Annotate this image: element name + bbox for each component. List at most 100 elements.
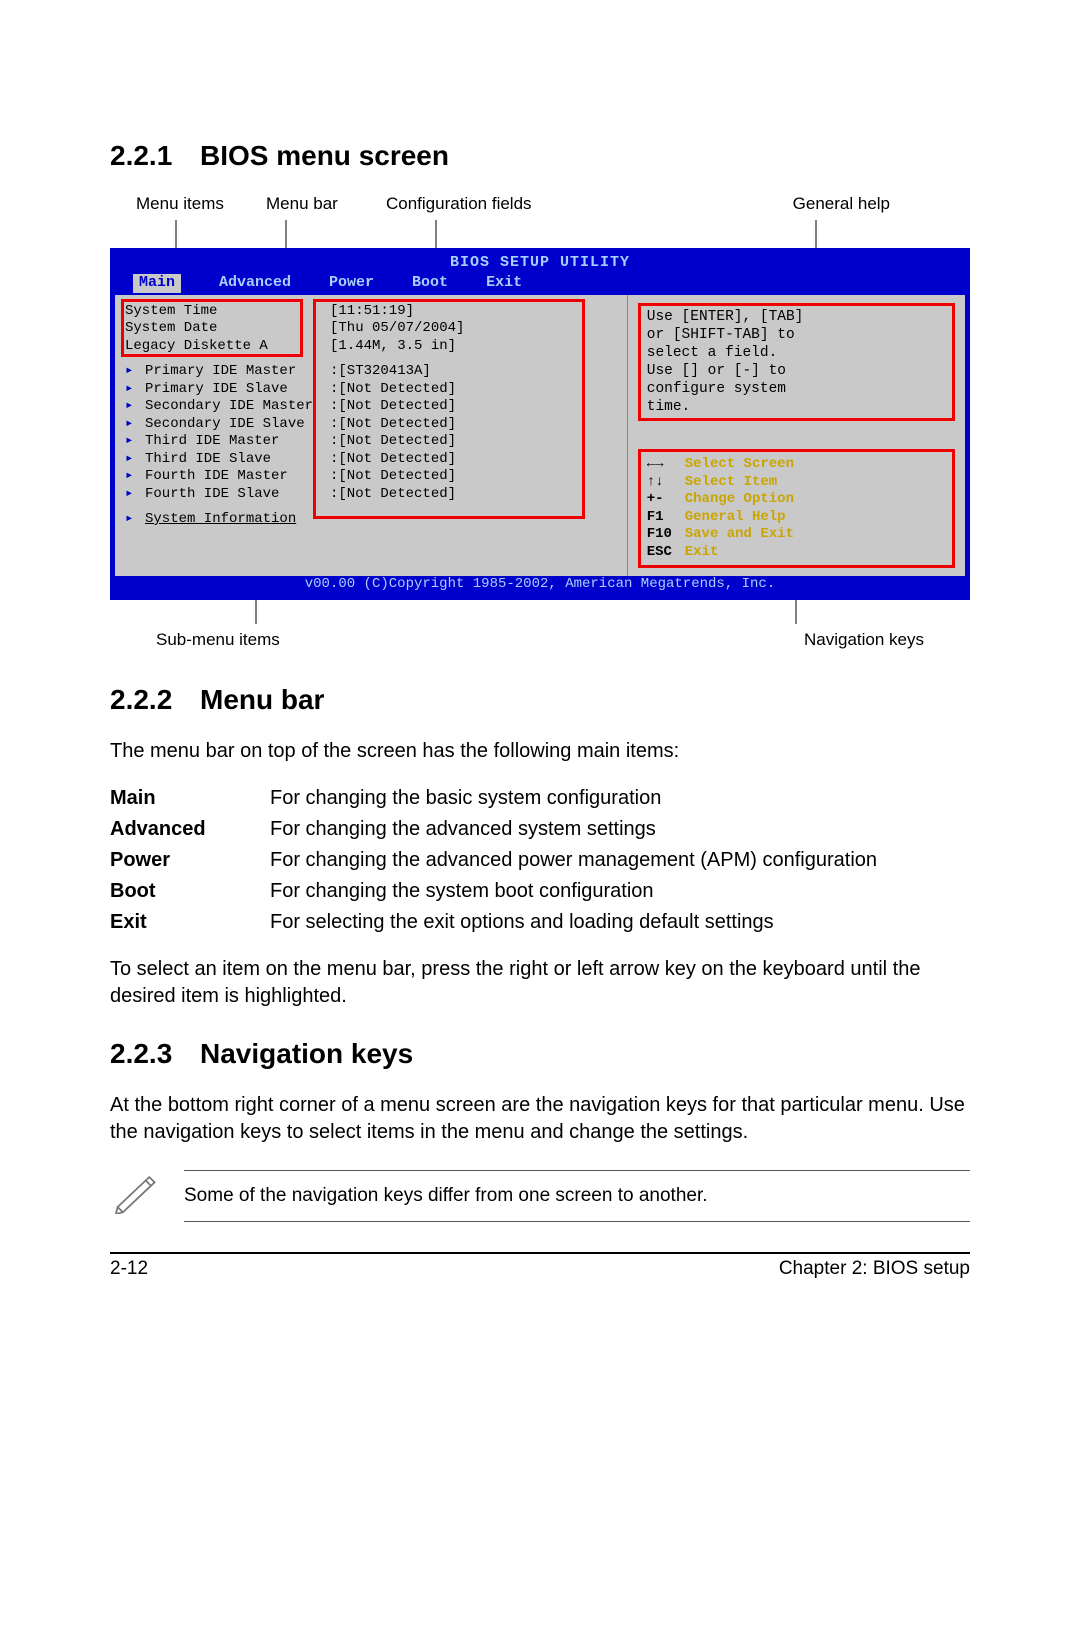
pencil-icon — [110, 1170, 164, 1219]
triangle-icon: ▸ — [125, 433, 145, 451]
menubar-item-row: AdvancedFor changing the advanced system… — [110, 814, 970, 845]
triangle-icon: ▸ — [125, 468, 145, 486]
nav-key-row: ↑↓Select Item — [647, 474, 946, 492]
nav-key-action: Select Screen — [685, 456, 794, 474]
menubar-item-name: Boot — [110, 876, 270, 907]
nav-key: +- — [647, 491, 685, 509]
chapter-label: Chapter 2: BIOS setup — [779, 1258, 970, 1280]
bios-tab-main[interactable]: Main — [133, 274, 181, 293]
bios-submenu-label: Fourth IDE Master — [145, 468, 330, 486]
bios-screenshot: BIOS SETUP UTILITY Main Advanced Power B… — [110, 248, 970, 600]
leader-lines-bottom — [136, 600, 996, 624]
bios-submenu-label: Secondary IDE Slave — [145, 416, 330, 434]
label-general-help: General help — [636, 194, 970, 214]
bios-submenu-label: Fourth IDE Slave — [145, 486, 330, 504]
bios-menubar[interactable]: Main Advanced Power Boot Exit — [115, 274, 965, 295]
bios-submenu-label: Third IDE Slave — [145, 451, 330, 469]
nav-key-row: ESCExit — [647, 544, 946, 562]
section-number: 2.2.2 — [110, 684, 200, 716]
navkeys-para: At the bottom right corner of a menu scr… — [110, 1092, 970, 1146]
menubar-item-row: MainFor changing the basic system config… — [110, 783, 970, 814]
bios-left-pane: System Time[11:51:19] System Date[Thu 05… — [115, 295, 627, 577]
nav-key: F1 — [647, 509, 685, 527]
menubar-item-desc: For changing the basic system configurat… — [270, 783, 970, 814]
section-number: 2.2.1 — [110, 140, 200, 172]
bios-tab-advanced[interactable]: Advanced — [219, 274, 291, 293]
help-line: configure system — [647, 380, 946, 398]
bios-submenu-label: Primary IDE Master — [145, 363, 330, 381]
menubar-outro: To select an item on the menu bar, press… — [110, 956, 970, 1010]
help-line: or [SHIFT-TAB] to — [647, 326, 946, 344]
menubar-item-row: BootFor changing the system boot configu… — [110, 876, 970, 907]
menubar-item-desc: For changing the advanced system setting… — [270, 814, 970, 845]
triangle-icon: ▸ — [125, 363, 145, 381]
triangle-icon: ▸ — [125, 398, 145, 416]
help-line: Use [] or [-] to — [647, 362, 946, 380]
menubar-item-desc: For changing the advanced power manageme… — [270, 845, 970, 876]
bios-tab-power[interactable]: Power — [329, 274, 374, 293]
note-text: Some of the navigation keys differ from … — [184, 1170, 970, 1222]
help-line: Use [ENTER], [TAB] — [647, 308, 946, 326]
nav-key: ←→ — [647, 456, 685, 474]
label-submenu-items: Sub-menu items — [156, 630, 280, 650]
leader-lines-top — [136, 220, 996, 248]
label-navigation-keys: Navigation keys — [804, 630, 924, 650]
bios-title: BIOS SETUP UTILITY — [115, 253, 965, 274]
menubar-item-desc: For changing the system boot configurati… — [270, 876, 970, 907]
bios-tab-exit[interactable]: Exit — [486, 274, 522, 293]
nav-key: ESC — [647, 544, 685, 562]
triangle-icon: ▸ — [125, 451, 145, 469]
menubar-item-desc: For selecting the exit options and loadi… — [270, 907, 970, 938]
help-line: select a field. — [647, 344, 946, 362]
menubar-item-name: Power — [110, 845, 270, 876]
bios-tab-boot[interactable]: Boot — [412, 274, 448, 293]
nav-key-action: General Help — [685, 509, 786, 527]
bios-help-box: Use [ENTER], [TAB] or [SHIFT-TAB] to sel… — [638, 303, 955, 422]
bios-copyright: v00.00 (C)Copyright 1985-2002, American … — [115, 576, 965, 595]
nav-key-row: ←→Select Screen — [647, 456, 946, 474]
menubar-intro: The menu bar on top of the screen has th… — [110, 738, 970, 765]
bios-submenu-label: Third IDE Master — [145, 433, 330, 451]
triangle-icon: ▸ — [125, 486, 145, 504]
label-menu-bar: Menu bar — [266, 194, 386, 214]
nav-key-row: F1General Help — [647, 509, 946, 527]
help-line: time. — [647, 398, 946, 416]
menubar-item-name: Advanced — [110, 814, 270, 845]
note-block: Some of the navigation keys differ from … — [110, 1170, 970, 1222]
nav-key: F10 — [647, 526, 685, 544]
label-config-fields: Configuration fields — [386, 194, 636, 214]
callout-box-menu-items — [121, 299, 303, 357]
diagram-top-labels: Menu items Menu bar Configuration fields… — [136, 194, 970, 214]
section-title: BIOS menu screen — [200, 140, 449, 171]
nav-key-row: +-Change Option — [647, 491, 946, 509]
triangle-icon: ▸ — [125, 381, 145, 399]
nav-key-action: Exit — [685, 544, 719, 562]
nav-key-action: Change Option — [685, 491, 794, 509]
page-footer: 2-12 Chapter 2: BIOS setup — [110, 1252, 970, 1280]
section-heading-222: 2.2.2Menu bar — [110, 684, 970, 716]
section-title: Navigation keys — [200, 1038, 413, 1069]
bios-system-information[interactable]: System Information — [145, 511, 296, 529]
section-number: 2.2.3 — [110, 1038, 200, 1070]
menubar-table: MainFor changing the basic system config… — [110, 783, 970, 938]
nav-key-row: F10Save and Exit — [647, 526, 946, 544]
label-menu-items: Menu items — [136, 194, 266, 214]
callout-box-config-fields — [313, 299, 585, 519]
menubar-item-name: Exit — [110, 907, 270, 938]
menubar-item-name: Main — [110, 783, 270, 814]
nav-key: ↑↓ — [647, 474, 685, 492]
triangle-icon: ▸ — [125, 416, 145, 434]
diagram-bottom-labels: Sub-menu items Navigation keys — [156, 630, 924, 650]
section-heading-221: 2.2.1BIOS menu screen — [110, 140, 970, 172]
nav-key-action: Select Item — [685, 474, 777, 492]
bios-nav-keys-box: ←→Select Screen↑↓Select Item+-Change Opt… — [638, 449, 955, 568]
nav-key-action: Save and Exit — [685, 526, 794, 544]
bios-right-pane: Use [ENTER], [TAB] or [SHIFT-TAB] to sel… — [627, 295, 965, 577]
section-title: Menu bar — [200, 684, 324, 715]
section-heading-223: 2.2.3Navigation keys — [110, 1038, 970, 1070]
bios-submenu-label: Primary IDE Slave — [145, 381, 330, 399]
page-number: 2-12 — [110, 1258, 148, 1280]
triangle-icon: ▸ — [125, 511, 145, 529]
bios-submenu-label: Secondary IDE Master — [145, 398, 330, 416]
menubar-item-row: ExitFor selecting the exit options and l… — [110, 907, 970, 938]
